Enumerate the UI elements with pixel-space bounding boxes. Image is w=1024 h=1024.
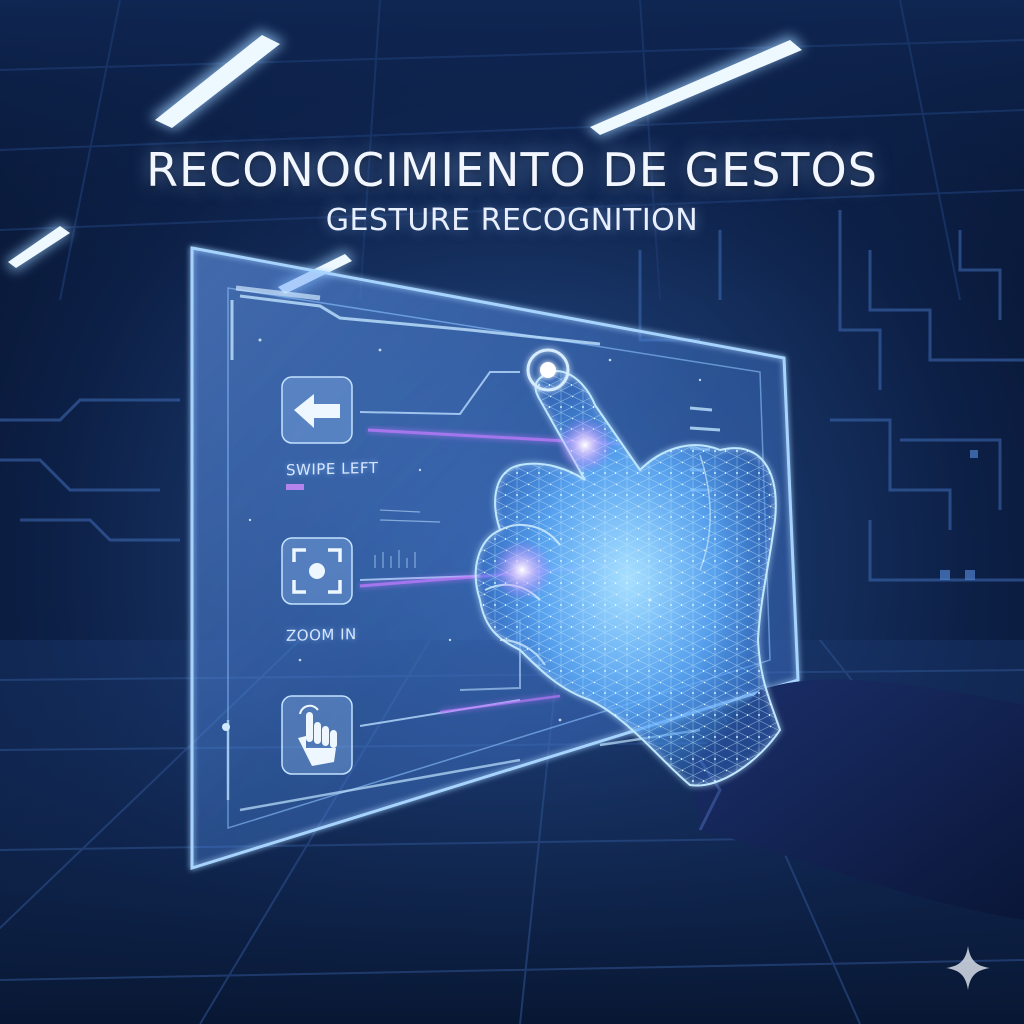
sparkle-icon	[946, 946, 990, 990]
gesture-tap[interactable]	[281, 695, 353, 775]
gesture-recognition-scene: RECONOCIMIENTO DE GESTOS GESTURE RECOGNI…	[0, 0, 1024, 1024]
flare-2	[492, 540, 552, 600]
gesture-zoom-in[interactable]	[281, 537, 353, 605]
hologram-panel	[190, 246, 1024, 920]
gesture-label-zoom-in: ZOOM IN	[286, 625, 357, 645]
gesture-label-swipe-left: SWIPE LEFT	[286, 458, 379, 480]
gesture-swipe-left[interactable]	[281, 376, 353, 444]
flare-1	[557, 417, 613, 473]
